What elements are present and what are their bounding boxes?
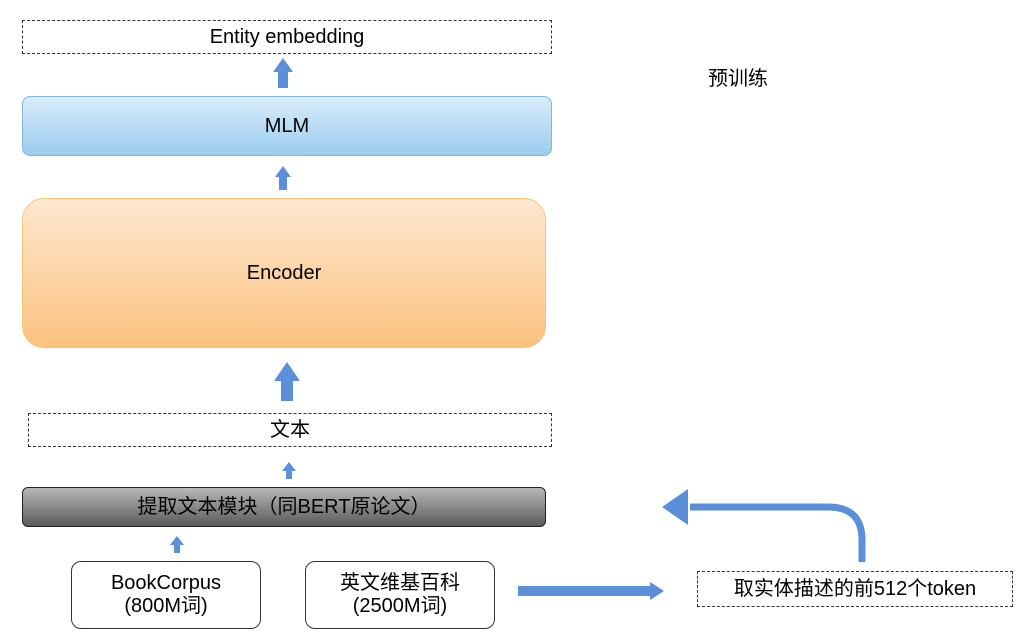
extract-module-label: 提取文本模块（同BERT原论文） [137, 495, 431, 518]
curved-arrow-icon [690, 503, 866, 562]
truncate-label: 取实体描述的前512个token [733, 577, 977, 600]
bookcorpus-size: (800M词) [124, 595, 208, 617]
extract-module-box: 提取文本模块（同BERT原论文） [22, 487, 546, 527]
mlm-box: MLM [22, 96, 552, 156]
text-label: 文本 [270, 418, 310, 441]
text-box: 文本 [28, 413, 552, 447]
wikipedia-size: (2500M词) [352, 595, 448, 617]
bookcorpus-box: BookCorpus (800M词) [71, 561, 261, 629]
up-arrow-icon [274, 362, 300, 401]
curved-arrowhead-icon [662, 489, 688, 525]
right-arrow-icon [518, 582, 664, 600]
entity-embedding-box: Entity embedding [22, 20, 552, 54]
up-arrow-icon [282, 462, 296, 479]
up-arrow-icon [170, 536, 184, 553]
up-arrow-icon [273, 58, 293, 88]
mlm-label: MLM [264, 114, 310, 137]
pretrain-label: 预训练 [708, 68, 768, 90]
wikipedia-box: 英文维基百科 (2500M词) [305, 561, 495, 629]
wikipedia-name: 英文维基百科 [340, 572, 460, 594]
up-arrow-icon [275, 166, 291, 190]
encoder-box: Encoder [22, 198, 546, 348]
entity-embedding-label: Entity embedding [209, 25, 365, 48]
truncate-box: 取实体描述的前512个token [697, 571, 1013, 607]
encoder-label: Encoder [246, 261, 322, 284]
bookcorpus-name: BookCorpus [110, 572, 222, 594]
